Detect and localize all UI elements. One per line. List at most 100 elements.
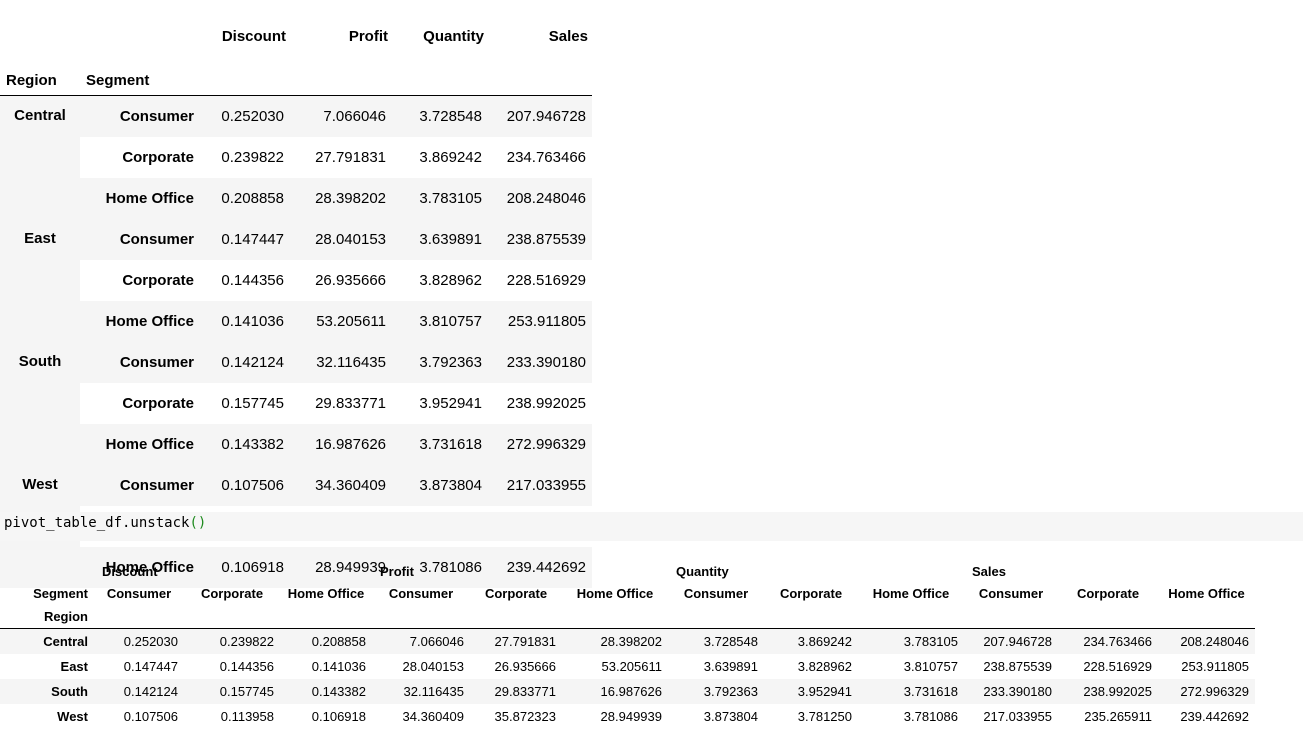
- table-row: East 0.147447 0.144356 0.141036 28.040153 26.…: [0, 654, 1255, 679]
- subcolumn-header: Home Office: [1168, 585, 1245, 601]
- index-name: Region: [6, 71, 57, 89]
- table-cell: 35.872323: [494, 708, 556, 724]
- region-label: South: [0, 678, 94, 704]
- table-cell: 233.390180: [964, 678, 1058, 704]
- table-cell: 0.143382: [280, 678, 372, 704]
- subcolumn-header: Consumer: [388, 585, 454, 601]
- table-cell: 7.066046: [290, 95, 392, 137]
- table-cell: 253.911805: [488, 301, 592, 342]
- table-cell: 0.239822: [221, 149, 284, 166]
- table-cell: 235.265911: [1084, 708, 1152, 724]
- table-cell: 0.239822: [184, 628, 280, 654]
- code-cell[interactable]: pivot_table_df.unstack(): [0, 512, 1303, 541]
- region-label: South: [0, 342, 80, 465]
- table-cell: 217.033955: [488, 465, 592, 506]
- table-cell: 0.147447: [202, 219, 290, 260]
- table-cell: 228.516929: [506, 272, 586, 289]
- table-cell: 16.987626: [290, 424, 392, 465]
- segment-label: Home Office: [80, 178, 202, 219]
- subcolumn-header: Corporate: [779, 585, 843, 601]
- table-cell: 0.141036: [202, 301, 290, 342]
- pivot-table-output: Discount Profit Quantity Sales Region Se…: [0, 10, 592, 588]
- segment-label: Corporate: [122, 272, 194, 289]
- table-cell: 3.639891: [703, 658, 758, 674]
- table-cell: 0.144356: [219, 658, 274, 674]
- index-name-row: Region: [0, 604, 1255, 629]
- table-cell: 3.869242: [419, 149, 482, 166]
- column-header: Profit: [348, 27, 388, 45]
- table-cell: 3.728548: [392, 95, 488, 137]
- table-cell: 29.833771: [315, 395, 386, 412]
- table-cell: 217.033955: [983, 708, 1052, 724]
- index-name: Region: [43, 608, 88, 624]
- table-row: Home Office 0.143382 16.987626 3.731618 272.…: [0, 424, 592, 465]
- table-cell: 233.390180: [488, 342, 592, 383]
- column-group-header: Discount: [102, 563, 158, 579]
- table-cell: 3.728548: [668, 628, 764, 654]
- column-group-header: Quantity: [676, 563, 729, 579]
- table-cell: 0.142124: [202, 342, 290, 383]
- table-cell: 3.781250: [797, 708, 852, 724]
- table-cell: 272.996329: [488, 424, 592, 465]
- table-cell: 32.116435: [372, 678, 470, 704]
- subcolumn-header: Home Office: [576, 585, 654, 601]
- table-cell: 234.763466: [1058, 628, 1158, 654]
- table-cell: 27.791831: [315, 149, 386, 166]
- table-row: West Consumer 0.107506 34.360409 3.873804 217…: [0, 465, 592, 588]
- table-cell: 0.252030: [94, 628, 184, 654]
- table-cell: 28.398202: [562, 628, 668, 654]
- table-body: Central 0.252030 0.239822 0.208858 7.066046 2…: [0, 628, 1255, 729]
- table-cell: 0.113958: [220, 708, 274, 724]
- table-cell: 0.143382: [202, 424, 290, 465]
- table-cell: 3.792363: [668, 678, 764, 704]
- table-cell: 3.873804: [703, 708, 758, 724]
- segment-label: Corporate: [122, 149, 194, 166]
- subcolumn-header: Consumer: [683, 585, 749, 601]
- table-cell: 3.792363: [392, 342, 488, 383]
- subcolumn-header: Home Office: [287, 585, 365, 601]
- subcolumn-header: Corporate: [200, 585, 264, 601]
- table-cell: 0.142124: [94, 678, 184, 704]
- table-row: Corporate 0.157745 29.833771 3.952941 238.99…: [0, 383, 592, 424]
- table-row: West 0.107506 0.113958 0.106918 34.360409 35.…: [0, 704, 1255, 729]
- table-row: East Consumer 0.147447 28.040153 3.639891 238…: [0, 219, 592, 342]
- table-cell: 3.869242: [764, 628, 858, 654]
- table-cell: 3.783105: [392, 178, 488, 219]
- table-cell: 0.107506: [202, 465, 290, 506]
- subcolumn-header-row: Segment Consumer Corporate Home Office Consu…: [0, 582, 1255, 604]
- column-header: Discount: [221, 27, 286, 45]
- table-cell: 7.066046: [372, 628, 470, 654]
- table-row: Home Office 0.141036 53.205611 3.810757 253.…: [0, 301, 592, 342]
- table-cell: 0.157745: [184, 678, 280, 704]
- column-group-header: Profit: [380, 563, 414, 579]
- subcolumn-header: Consumer: [978, 585, 1044, 601]
- table-cell: 26.935666: [315, 272, 386, 289]
- table-row: South 0.142124 0.157745 0.143382 32.116435 29…: [0, 678, 1255, 704]
- table-cell: 228.516929: [1083, 658, 1152, 674]
- column-header: Quantity: [423, 27, 484, 45]
- table-cell: 253.911805: [1181, 658, 1249, 674]
- table-cell: 34.360409: [402, 708, 464, 724]
- table-cell: 0.157745: [221, 395, 284, 412]
- table-cell: 238.875539: [488, 219, 592, 260]
- region-label: East: [0, 219, 80, 342]
- table-cell: 28.949939: [600, 708, 662, 724]
- table-cell: 53.205611: [290, 301, 392, 342]
- index-name: Segment: [86, 71, 150, 89]
- table-cell: 238.992025: [1058, 678, 1158, 704]
- table-cell: 3.731618: [392, 424, 488, 465]
- table-cell: 3.873804: [392, 465, 488, 506]
- segment-label: Consumer: [80, 465, 202, 506]
- code-parens: (): [189, 515, 207, 531]
- table-cell: 0.106918: [311, 708, 366, 724]
- table-cell: 28.040153: [402, 658, 464, 674]
- table-cell: 0.144356: [221, 272, 284, 289]
- segment-label: Corporate: [122, 395, 194, 412]
- table-cell: 3.639891: [392, 219, 488, 260]
- region-label: West: [57, 708, 88, 724]
- columns-name: Segment: [33, 585, 88, 601]
- table-cell: 0.208858: [202, 178, 290, 219]
- table-cell: 0.252030: [202, 95, 290, 137]
- table-cell: 3.952941: [419, 395, 482, 412]
- table-cell: 238.992025: [506, 395, 586, 412]
